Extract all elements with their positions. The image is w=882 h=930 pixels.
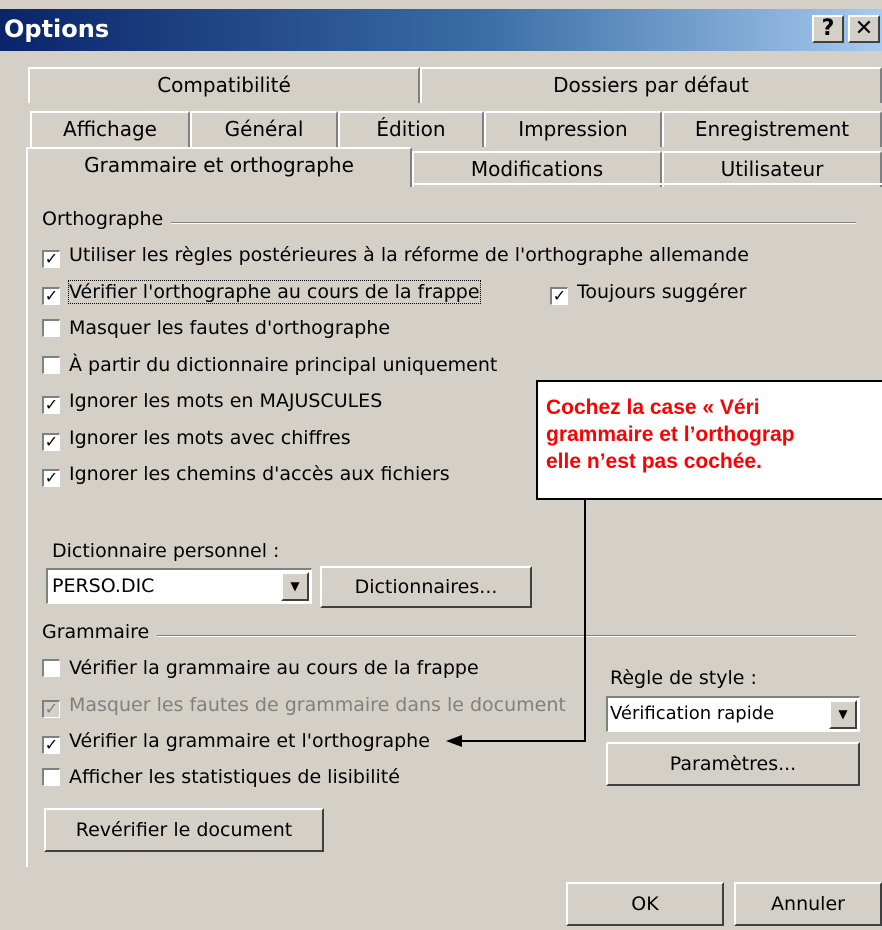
callout-box: Cochez la case « Véri grammaire et l’ort… <box>536 380 882 500</box>
callout-line-3: elle n’est pas cochée. <box>546 450 762 473</box>
tab-grammaire-et-orthographe[interactable]: Grammaire et orthographe <box>26 147 412 187</box>
callout-line-1: Cochez la case « Véri <box>546 396 760 419</box>
callout-line-2: grammaire et l’orthograp <box>546 423 795 446</box>
arrowhead-icon <box>446 735 462 747</box>
